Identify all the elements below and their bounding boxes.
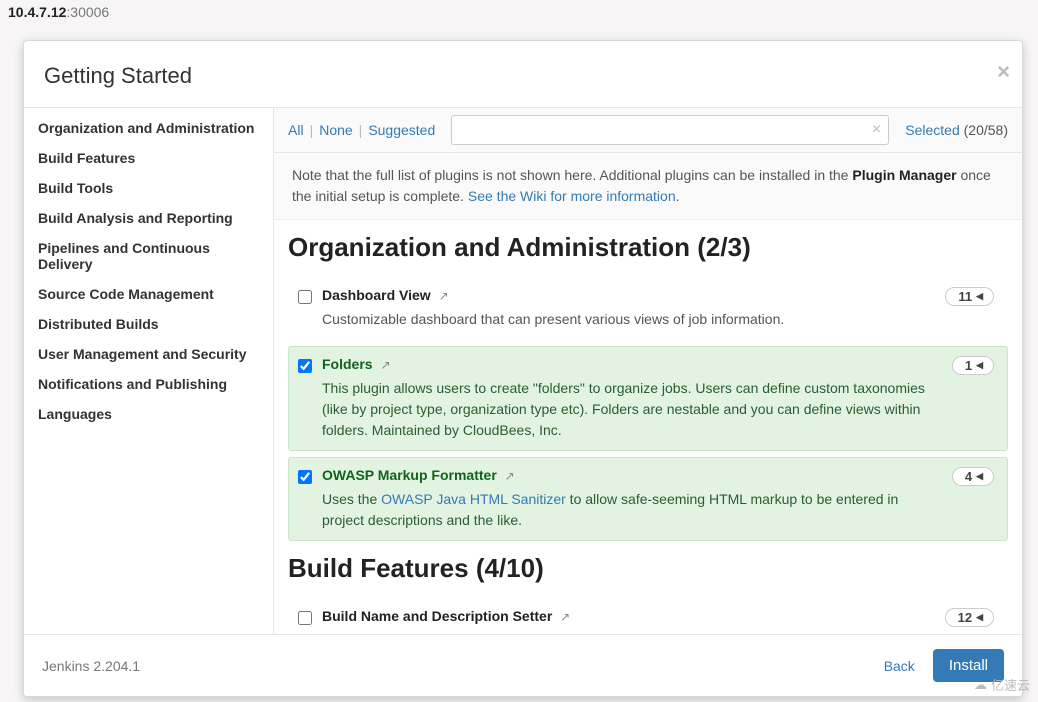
plugin-checkbox[interactable] (298, 611, 312, 625)
dependency-count[interactable]: 4◀ (952, 467, 994, 486)
modal-header: Getting Started × (24, 41, 1022, 108)
external-link-icon[interactable]: ↗ (439, 289, 449, 303)
plugin-folders: Folders ↗ This plugin allows users to cr… (288, 346, 1008, 451)
dependency-count[interactable]: 11◀ (945, 287, 994, 306)
back-button[interactable]: Back (884, 658, 915, 674)
plugin-checkbox[interactable] (298, 359, 312, 373)
external-link-icon[interactable]: ↗ (560, 610, 570, 624)
selected-link[interactable]: Selected (905, 122, 959, 138)
chevron-left-icon: ◀ (976, 360, 983, 371)
filter-all[interactable]: All (288, 122, 304, 138)
plugin-description: This plug-in sets the display name and d… (322, 630, 935, 634)
sidebar-item-distributed[interactable]: Distributed Builds (24, 309, 273, 339)
plugin-name[interactable]: OWASP Markup Formatter (322, 467, 497, 483)
sidebar-item-pipelines[interactable]: Pipelines and Continuous Delivery (24, 233, 273, 279)
external-link-icon[interactable]: ↗ (380, 358, 390, 372)
sidebar-item-languages[interactable]: Languages (24, 399, 273, 429)
plugin-name[interactable]: Build Name and Description Setter (322, 608, 552, 624)
plugin-scroll[interactable]: Note that the full list of plugins is no… (274, 153, 1022, 634)
sidebar-item-user-security[interactable]: User Management and Security (24, 339, 273, 369)
category-sidebar: Organization and Administration Build Fe… (24, 108, 274, 634)
plugin-name[interactable]: Folders (322, 356, 373, 372)
clear-search-icon[interactable]: × (872, 121, 881, 139)
plugin-build-name-setter: Build Name and Description Setter ↗ This… (288, 598, 1008, 634)
separator: | (310, 122, 314, 138)
sidebar-item-notifications[interactable]: Notifications and Publishing (24, 369, 273, 399)
modal-title: Getting Started (44, 63, 1002, 89)
plugin-name[interactable]: Dashboard View (322, 287, 431, 303)
modal-footer: Jenkins 2.204.1 Back Install (24, 635, 1022, 696)
search-wrapper: × (451, 115, 889, 145)
plugin-description: Customizable dashboard that can present … (322, 309, 935, 330)
sidebar-item-build-features[interactable]: Build Features (24, 143, 273, 173)
address-bar: 10.4.7.12:30006 (0, 0, 1038, 24)
separator: | (359, 122, 363, 138)
address-port: :30006 (66, 4, 109, 20)
dependency-count[interactable]: 12◀ (945, 608, 994, 627)
address-host: 10.4.7.12 (8, 4, 66, 20)
chevron-left-icon: ◀ (976, 471, 983, 482)
sidebar-item-build-tools[interactable]: Build Tools (24, 173, 273, 203)
owasp-sanitizer-link[interactable]: OWASP Java HTML Sanitizer (381, 491, 566, 507)
plugin-checkbox[interactable] (298, 470, 312, 484)
wiki-link[interactable]: See the Wiki for more information (468, 188, 676, 204)
sidebar-item-scm[interactable]: Source Code Management (24, 279, 273, 309)
external-link-icon[interactable]: ↗ (505, 469, 515, 483)
selected-count: Selected (20/58) (905, 122, 1008, 138)
sidebar-item-org-admin[interactable]: Organization and Administration (24, 113, 273, 143)
section-heading-org-admin: Organization and Administration (2/3) (288, 232, 1008, 263)
dependency-count[interactable]: 1◀ (952, 356, 994, 375)
search-input[interactable] (451, 115, 889, 145)
modal-body: Organization and Administration Build Fe… (24, 108, 1022, 635)
sidebar-item-build-analysis[interactable]: Build Analysis and Reporting (24, 203, 273, 233)
plugin-owasp-markup: OWASP Markup Formatter ↗ Uses the OWASP … (288, 457, 1008, 541)
selected-count-value: (20/58) (964, 122, 1008, 138)
info-note: Note that the full list of plugins is no… (274, 153, 1022, 220)
filter-suggested[interactable]: Suggested (368, 122, 435, 138)
chevron-left-icon: ◀ (976, 291, 983, 302)
filter-toolbar: All | None | Suggested × Selected (20/58… (274, 108, 1022, 153)
install-button[interactable]: Install (933, 649, 1004, 682)
setup-wizard-modal: Getting Started × Organization and Admin… (23, 40, 1023, 697)
jenkins-version: Jenkins 2.204.1 (42, 658, 884, 674)
plugin-description: This plugin allows users to create "fold… (322, 378, 942, 441)
plugin-checkbox[interactable] (298, 290, 312, 304)
plugin-main: All | None | Suggested × Selected (20/58… (274, 108, 1022, 634)
section-heading-build-features: Build Features (4/10) (288, 553, 1008, 584)
filter-none[interactable]: None (319, 122, 352, 138)
plugin-dashboard-view: Dashboard View ↗ Customizable dashboard … (288, 277, 1008, 340)
close-icon[interactable]: × (997, 59, 1010, 85)
chevron-left-icon: ◀ (976, 612, 983, 623)
plugin-description: Uses the OWASP Java HTML Sanitizer to al… (322, 489, 942, 531)
